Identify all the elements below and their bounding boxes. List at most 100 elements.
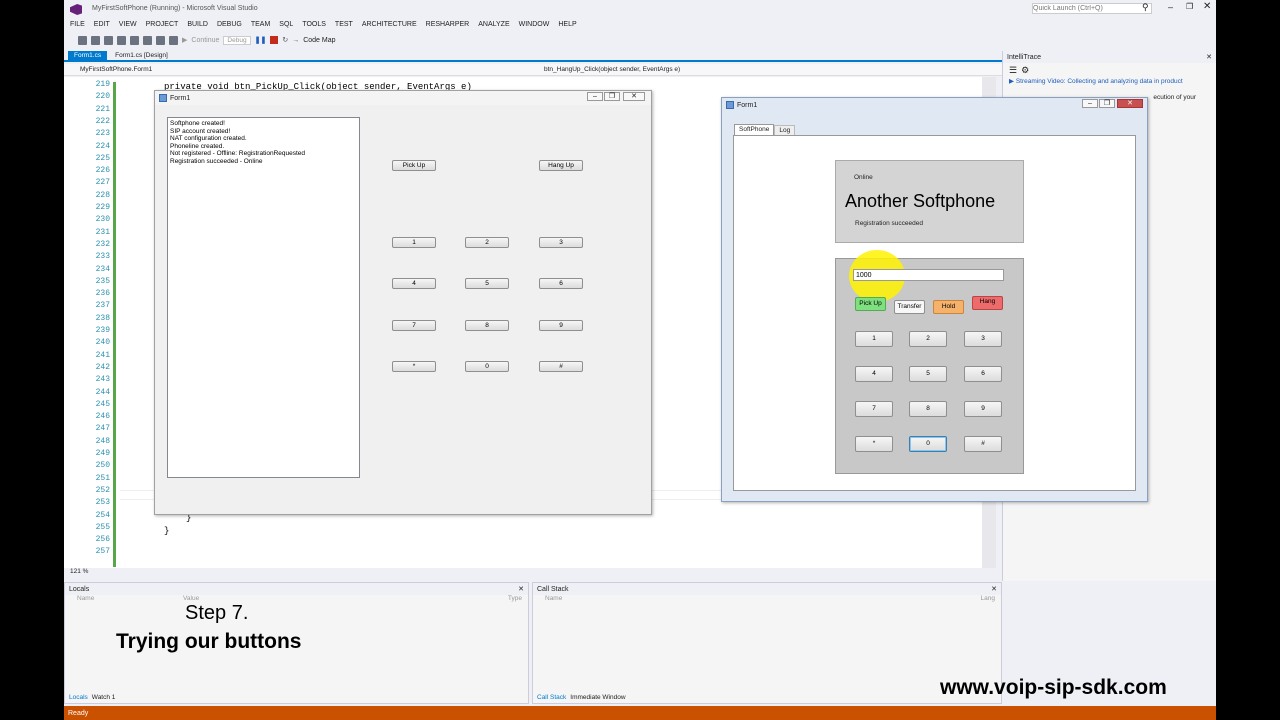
new-project-icon[interactable] — [104, 35, 113, 45]
log-listbox[interactable]: Softphone created! SIP account created! NA… — [167, 117, 360, 478]
close-button[interactable]: ✕ — [623, 92, 645, 101]
minimize-button[interactable]: – — [587, 92, 603, 101]
keypad-key-3[interactable]: 3 — [964, 331, 1002, 347]
line-number: 246 — [95, 412, 110, 422]
close-button[interactable]: ✕ — [1117, 99, 1143, 108]
save-all-icon[interactable] — [143, 35, 152, 45]
quick-launch-input[interactable] — [1032, 3, 1152, 14]
keypad-key-2[interactable]: 2 — [909, 331, 947, 347]
transfer-button[interactable]: Transfer — [894, 300, 925, 314]
search-icon[interactable]: ⚲ — [1142, 2, 1149, 13]
form-b-window: Form1 – ❐ ✕ SoftPhone Log Online Another… — [721, 97, 1148, 502]
keypad-key-6[interactable]: 6 — [539, 278, 583, 289]
keypad-key-9[interactable]: 9 — [964, 401, 1002, 417]
minimize-button[interactable]: – — [1082, 99, 1098, 108]
play-icon[interactable]: ▶ — [182, 36, 187, 44]
tab-immediate[interactable]: Immediate Window — [570, 694, 625, 701]
tab-softphone[interactable]: SoftPhone — [734, 124, 775, 135]
close-icon[interactable]: ✕ — [1206, 53, 1212, 61]
keypad-key-0[interactable]: 0 — [465, 361, 509, 372]
keypad-key-8[interactable]: 8 — [909, 401, 947, 417]
menu-item-sql[interactable]: SQL — [279, 21, 293, 28]
config-dropdown[interactable]: Debug — [223, 35, 251, 45]
restart-icon[interactable]: ↻ — [282, 36, 288, 44]
list-icon[interactable]: ☰ — [1009, 65, 1017, 76]
pickup-button[interactable]: Pick Up — [392, 160, 436, 171]
keypad-key-2[interactable]: 2 — [465, 237, 509, 248]
tab-locals[interactable]: Locals — [69, 694, 88, 701]
menu-item-build[interactable]: BUILD — [187, 21, 208, 28]
keypad-key-7[interactable]: 7 — [392, 320, 436, 331]
menu-item-tools[interactable]: TOOLS — [302, 21, 326, 28]
col-lang[interactable]: Lang — [981, 595, 995, 605]
col-name[interactable]: Name — [77, 595, 94, 605]
menu-item-test[interactable]: TEST — [335, 21, 353, 28]
close-icon[interactable]: ✕ — [518, 585, 524, 593]
menu-item-analyze[interactable]: ANALYZE — [478, 21, 509, 28]
tab-form1-cs[interactable]: Form1.cs — [68, 51, 108, 60]
intellitrace-link[interactable]: ▶ Streaming Video: Collecting and analyz… — [1003, 77, 1216, 85]
keypad-key-5[interactable]: 5 — [909, 366, 947, 382]
keypad-key-1[interactable]: 1 — [855, 331, 893, 347]
line-number: 240 — [95, 338, 110, 348]
number-input[interactable] — [853, 269, 1004, 281]
keypad-key-star[interactable]: * — [392, 361, 436, 372]
save-icon[interactable] — [130, 35, 139, 45]
col-name[interactable]: Name — [545, 595, 562, 605]
keypad-key-hash[interactable]: # — [539, 361, 583, 372]
menu-item-debug[interactable]: DEBUG — [217, 21, 242, 28]
menu-item-file[interactable]: FILE — [70, 21, 85, 28]
keypad-key-1[interactable]: 1 — [392, 237, 436, 248]
keypad-key-star[interactable]: * — [855, 436, 893, 452]
keypad-key-5[interactable]: 5 — [465, 278, 509, 289]
menu-item-architecture[interactable]: ARCHITECTURE — [362, 21, 417, 28]
minimize-button[interactable]: – — [1168, 2, 1173, 12]
redo-icon[interactable] — [169, 35, 178, 45]
keypad-key-4[interactable]: 4 — [392, 278, 436, 289]
maximize-button[interactable]: ❐ — [604, 92, 620, 101]
line-number: 233 — [95, 252, 110, 262]
keypad-key-8[interactable]: 8 — [465, 320, 509, 331]
pickup-button[interactable]: Pick Up — [855, 297, 886, 311]
menu-item-help[interactable]: HELP — [558, 21, 576, 28]
open-icon[interactable] — [117, 35, 126, 45]
stop-icon[interactable] — [270, 36, 279, 44]
menu-item-edit[interactable]: EDIT — [94, 21, 110, 28]
keypad-key-hash[interactable]: # — [964, 436, 1002, 452]
menu-item-team[interactable]: TEAM — [251, 21, 270, 28]
keypad-key-0[interactable]: 0 — [909, 436, 947, 452]
menu-item-view[interactable]: VIEW — [119, 21, 137, 28]
menu-item-resharper[interactable]: RESHARPER — [426, 21, 470, 28]
menu-item-window[interactable]: WINDOW — [519, 21, 550, 28]
hold-button[interactable]: Hold — [933, 300, 964, 314]
tab-watch1[interactable]: Watch 1 — [92, 694, 116, 701]
tab-form1-design[interactable]: Form1.cs [Design] — [109, 51, 174, 60]
hangup-button[interactable]: Hang Up — [539, 160, 583, 171]
undo-icon[interactable] — [156, 35, 165, 45]
pause-icon[interactable]: ❚❚ — [255, 36, 267, 44]
maximize-button[interactable]: ❐ — [1099, 99, 1115, 108]
menu-item-project[interactable]: PROJECT — [146, 21, 179, 28]
close-button[interactable]: ✕ — [1203, 1, 1211, 12]
nav-member-dropdown[interactable]: btn_HangUp_Click(object sender, EventArg… — [534, 66, 680, 73]
document-tabs: Form1.cs Form1.cs [Design] — [64, 51, 1004, 62]
keypad-key-9[interactable]: 9 — [539, 320, 583, 331]
keypad-key-3[interactable]: 3 — [539, 237, 583, 248]
tab-callstack[interactable]: Call Stack — [537, 694, 566, 701]
back-icon[interactable] — [78, 35, 87, 45]
codemap-button[interactable]: Code Map — [303, 37, 335, 44]
continue-button[interactable]: Continue — [191, 37, 219, 44]
maximize-button[interactable]: ❐ — [1186, 2, 1193, 11]
forward-icon[interactable] — [91, 35, 100, 45]
keypad-key-7[interactable]: 7 — [855, 401, 893, 417]
step-icon[interactable]: → — [292, 37, 299, 44]
tab-log[interactable]: Log — [774, 125, 796, 135]
col-type[interactable]: Type — [508, 595, 522, 605]
hang-button[interactable]: Hang — [972, 296, 1003, 310]
nav-class-dropdown[interactable]: MyFirstSoftPhone.Form1 — [64, 66, 534, 73]
keypad-key-4[interactable]: 4 — [855, 366, 893, 382]
keypad-key-6[interactable]: 6 — [964, 366, 1002, 382]
gear-icon[interactable]: ⚙ — [1021, 65, 1029, 76]
close-icon[interactable]: ✕ — [991, 585, 997, 593]
zoom-level[interactable]: 121 % — [64, 568, 1004, 578]
